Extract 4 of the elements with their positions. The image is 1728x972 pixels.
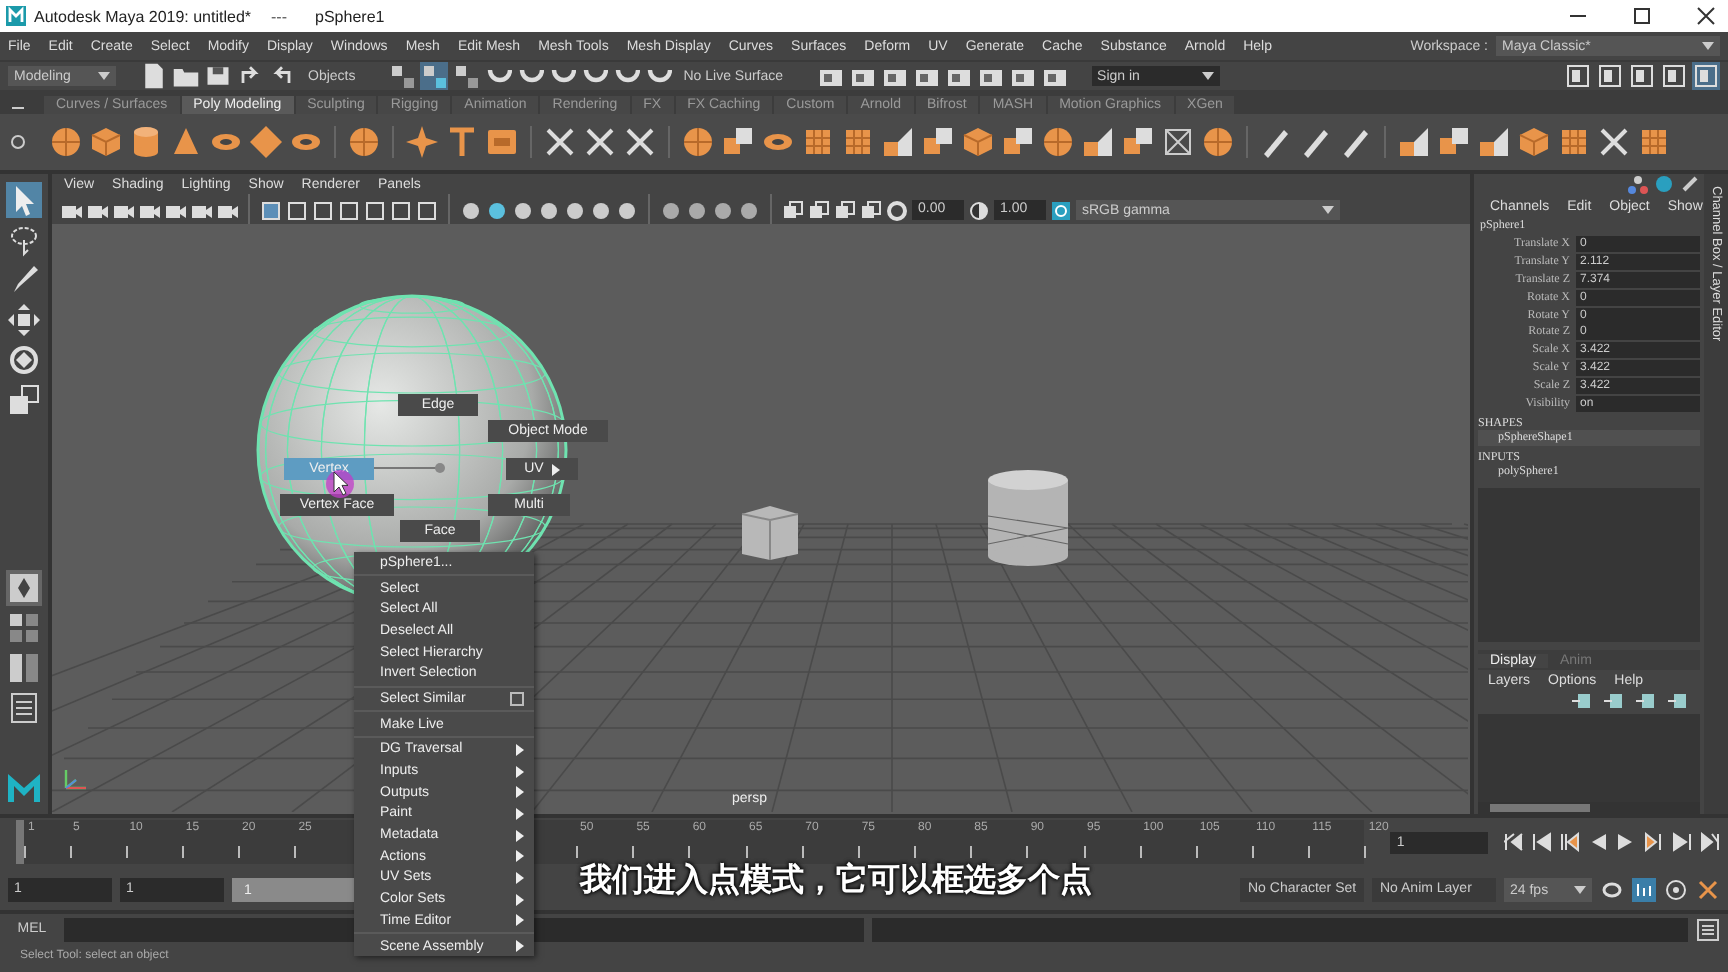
subtitle-caption: 我们进入点模式，它可以框选多个点 [580, 860, 1092, 902]
title-separator: --- [271, 7, 288, 25]
scene-name: pSphere1 [315, 7, 385, 25]
window-title: Autodesk Maya 2019: untitled* [34, 7, 252, 25]
